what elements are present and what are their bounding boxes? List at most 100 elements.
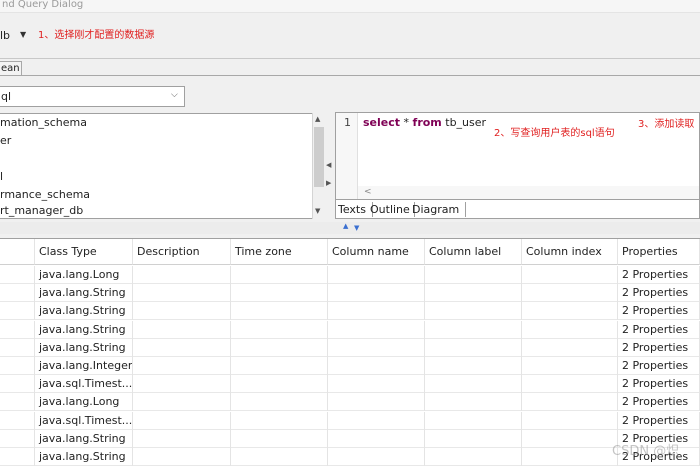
table-cell[interactable] [0,357,35,375]
table-cell[interactable] [231,393,328,412]
chevron-down-icon[interactable]: ⌵ [171,90,178,100]
table-cell[interactable] [231,320,328,339]
table-cell[interactable] [522,375,618,394]
table-cell[interactable] [133,357,231,375]
table-cell[interactable] [231,448,328,466]
table-cell[interactable] [328,411,425,430]
cell-properties[interactable]: 2 Properties [618,266,700,284]
table-cell[interactable] [425,284,522,303]
table-cell[interactable] [0,375,35,394]
table-row[interactable]: java.lang.String 2 Properties [0,338,700,357]
table-cell[interactable] [522,266,618,284]
schema-item[interactable]: rt_manager_db [0,204,83,217]
table-cell[interactable] [328,448,425,466]
table-cell[interactable] [425,338,522,357]
table-row[interactable]: java.lang.Integer 2 Properties [0,357,700,375]
table-cell[interactable] [0,338,35,357]
table-cell[interactable] [231,411,328,430]
table-cell[interactable] [0,284,35,303]
cell-properties[interactable]: 2 Properties [618,284,700,303]
cell-class-type[interactable]: java.lang.String [35,302,133,321]
table-cell[interactable] [425,320,522,339]
scroll-up-icon[interactable]: ▲ [315,115,320,123]
table-cell[interactable] [328,284,425,303]
table-cell[interactable] [133,338,231,357]
table-row[interactable]: java.lang.String 2 Properties [0,284,700,303]
table-cell[interactable] [425,448,522,466]
table-cell[interactable] [522,284,618,303]
table-cell[interactable] [133,393,231,412]
column-header-column-label[interactable]: Column label [425,239,522,265]
cell-class-type[interactable]: java.lang.String [35,284,133,303]
schema-list-scrollbar[interactable]: ▲ ▼ [312,113,326,219]
cell-class-type[interactable]: java.lang.String [35,448,133,466]
cell-class-type[interactable]: java.sql.Timest... [35,411,133,430]
table-cell[interactable] [133,284,231,303]
column-header-properties[interactable]: Properties [618,239,700,265]
schema-item[interactable]: er [0,134,11,147]
table-cell[interactable] [522,338,618,357]
cell-class-type[interactable]: java.lang.String [35,320,133,339]
schema-list[interactable]: mation_schema er l rmance_schema rt_mana… [0,113,326,219]
table-cell[interactable] [133,266,231,284]
table-row[interactable]: java.sql.Timest... 2 Properties [0,411,700,430]
column-header-description[interactable]: Description [133,239,231,265]
table-cell[interactable] [0,320,35,339]
table-cell[interactable] [522,393,618,412]
tab-outline[interactable]: Outline [368,202,415,217]
table-cell[interactable] [133,320,231,339]
table-cell[interactable] [133,448,231,466]
table-cell[interactable] [522,429,618,448]
table-cell[interactable] [231,429,328,448]
cell-properties[interactable]: 2 Properties [618,411,700,430]
table-cell[interactable] [522,411,618,430]
table-cell[interactable] [328,338,425,357]
table-cell[interactable] [425,357,522,375]
cell-properties[interactable]: 2 Properties [618,393,700,412]
cell-properties[interactable]: 2 Properties [618,320,700,339]
table-cell[interactable] [133,411,231,430]
editor-hscrollbar[interactable]: < [358,186,699,199]
table-cell[interactable] [328,429,425,448]
column-header-class-type[interactable]: Class Type [35,239,133,265]
table-cell[interactable] [231,357,328,375]
table-cell[interactable] [231,338,328,357]
table-cell[interactable] [0,393,35,412]
table-cell[interactable] [231,284,328,303]
schema-item[interactable]: mation_schema [0,116,87,129]
column-header-column-name[interactable]: Column name [328,239,425,265]
database-select[interactable]: ql ⌵ [0,86,185,107]
table-row[interactable]: java.sql.Timest... 2 Properties [0,375,700,394]
cell-properties[interactable]: 2 Properties [618,302,700,321]
table-cell[interactable] [425,266,522,284]
table-row[interactable]: java.lang.String 2 Properties [0,429,700,448]
cell-properties[interactable]: 2 Properties [618,338,700,357]
cell-class-type[interactable]: java.lang.Long [35,266,133,284]
table-cell[interactable] [328,302,425,321]
collapse-up-icon[interactable]: ▲ [343,222,348,230]
cell-properties[interactable]: 2 Properties [618,375,700,394]
table-cell[interactable] [425,411,522,430]
table-cell[interactable] [425,393,522,412]
table-row[interactable]: java.lang.String 2 Properties [0,448,700,466]
table-cell[interactable] [425,302,522,321]
table-row[interactable]: java.lang.Long 2 Properties [0,266,700,284]
scroll-left-icon[interactable]: < [364,187,372,197]
horizontal-splitter[interactable]: ◀ ▶ [326,113,334,219]
table-cell[interactable] [133,302,231,321]
table-cell[interactable] [231,266,328,284]
scrollbar-thumb[interactable] [314,127,324,187]
table-cell[interactable] [522,302,618,321]
table-row[interactable]: java.lang.String 2 Properties [0,302,700,321]
table-cell[interactable] [0,266,35,284]
cell-class-type[interactable]: java.lang.Long [35,393,133,412]
collapse-left-icon[interactable]: ◀ [326,161,331,169]
table-cell[interactable] [231,302,328,321]
sql-text[interactable]: select * from tb_user [363,116,486,129]
table-cell[interactable] [0,429,35,448]
schema-item[interactable]: rmance_schema [0,188,90,201]
table-cell[interactable] [328,320,425,339]
table-cell[interactable] [425,375,522,394]
column-header-column-index[interactable]: Column index [522,239,618,265]
cell-class-type[interactable]: java.lang.String [35,429,133,448]
